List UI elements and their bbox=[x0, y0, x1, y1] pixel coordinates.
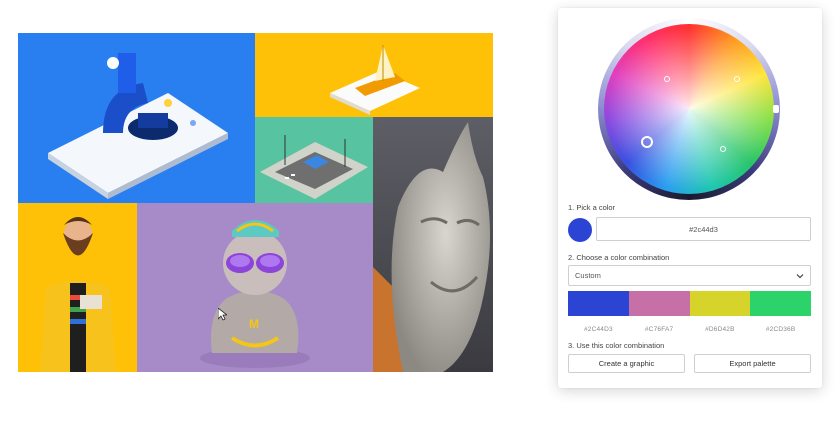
palette-swatches bbox=[568, 291, 811, 316]
phone-illustration bbox=[18, 33, 255, 203]
illustration-collage: M bbox=[18, 33, 493, 372]
palette-code-3: #D6D42B bbox=[705, 326, 735, 333]
color-palette-panel: 1. Pick a color 2. Choose a color combin… bbox=[558, 8, 822, 388]
hex-color-input[interactable] bbox=[596, 217, 811, 241]
boat-illustration bbox=[255, 33, 493, 117]
palette-swatch-4[interactable] bbox=[750, 291, 811, 316]
palette-code-4: #2CD36B bbox=[765, 326, 796, 333]
chevron-down-icon bbox=[796, 273, 804, 278]
palette-code-2: #C76FA7 bbox=[644, 326, 674, 333]
hue-saturation-wheel[interactable] bbox=[604, 24, 774, 194]
color-knob-selected[interactable] bbox=[641, 136, 653, 148]
svg-text:M: M bbox=[249, 317, 259, 331]
export-palette-button[interactable]: Export palette bbox=[694, 354, 811, 373]
ring-handle[interactable] bbox=[773, 105, 779, 113]
palette-codes: #2C44D3 #C76FA7 #D6D42B #2CD36B bbox=[568, 326, 811, 333]
color-knob-2[interactable] bbox=[664, 76, 670, 82]
monkey-illustration: M bbox=[137, 203, 373, 372]
step1-label: 1. Pick a color bbox=[568, 203, 616, 212]
color-knob-3[interactable] bbox=[734, 76, 740, 82]
combination-select[interactable]: Custom bbox=[568, 265, 811, 286]
color-knob-4[interactable] bbox=[720, 146, 726, 152]
step3-label: 3. Use this color combination bbox=[568, 341, 665, 350]
create-graphic-button[interactable]: Create a graphic bbox=[568, 354, 685, 373]
clay-face-illustration bbox=[373, 117, 493, 372]
car-road-illustration bbox=[255, 117, 373, 203]
palette-swatch-2[interactable] bbox=[628, 291, 690, 316]
combination-value: Custom bbox=[575, 271, 601, 280]
palette-swatch-3[interactable] bbox=[689, 291, 751, 316]
palette-swatch-1[interactable] bbox=[568, 291, 629, 316]
bearded-man-illustration bbox=[18, 203, 137, 372]
selected-color-swatch[interactable] bbox=[568, 218, 592, 242]
color-wheel[interactable] bbox=[598, 18, 780, 200]
palette-code-1: #2C44D3 bbox=[583, 326, 613, 333]
step2-label: 2. Choose a color combination bbox=[568, 253, 670, 262]
mouse-cursor-icon bbox=[218, 308, 227, 321]
